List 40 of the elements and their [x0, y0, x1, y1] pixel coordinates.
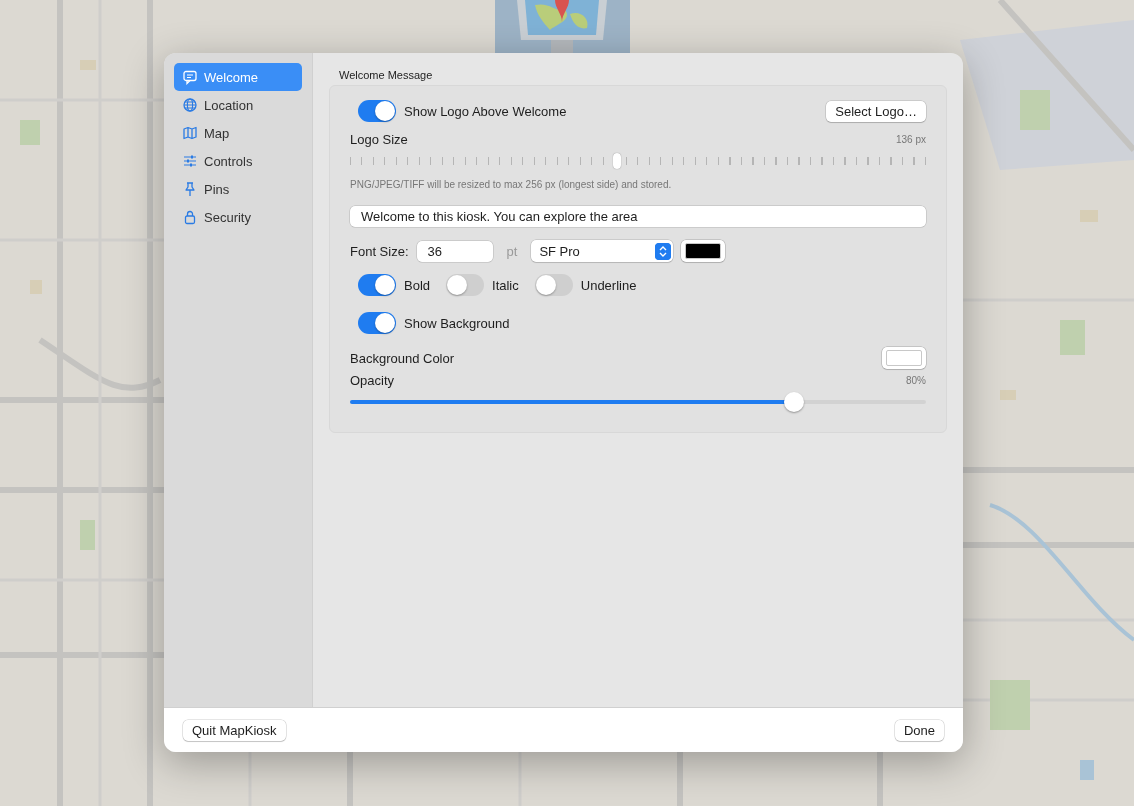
select-logo-button[interactable]: Select Logo…: [826, 100, 926, 122]
hint-text: PNG/JPEG/TIFF will be resized to max 256 px (longest side) and stored.: [350, 179, 673, 190]
font-popup[interactable]: SF Pro: [531, 240, 674, 262]
toggle-label: Show Background: [404, 315, 510, 331]
globe-icon: [182, 97, 198, 113]
toggle-switch[interactable]: [534, 274, 573, 296]
font-size-field[interactable]: 36: [416, 240, 493, 262]
toggle-label: Underline: [580, 277, 637, 293]
section-title: Welcome Message: [339, 69, 434, 81]
toggle-label: Bold: [404, 277, 431, 293]
done-button[interactable]: Done: [894, 719, 944, 741]
slider-label: Opacity: [350, 373, 395, 388]
sidebar-item[interactable]: Security: [174, 203, 302, 231]
unit-label: pt: [506, 243, 518, 259]
slider-thumb[interactable]: [783, 392, 804, 412]
sidebar-item[interactable]: Location: [174, 91, 302, 119]
slider-value: 80%: [906, 375, 926, 386]
opacity-slider[interactable]: [350, 392, 926, 412]
toggle-switch[interactable]: [358, 274, 396, 296]
color-label: Background Color: [350, 350, 455, 366]
toggle-switch[interactable]: [446, 274, 485, 296]
sliders-icon: [182, 153, 198, 169]
message-icon: [182, 69, 198, 85]
toggle-label: Show Logo Above Welcome: [404, 103, 567, 119]
sidebar-item[interactable]: Pins: [174, 175, 302, 203]
stepper-icon: [655, 242, 672, 260]
map-icon: [182, 125, 198, 141]
toggle-switch[interactable]: [358, 100, 396, 122]
toggle-switch[interactable]: [358, 312, 396, 334]
sidebar-item[interactable]: Map: [174, 119, 302, 147]
message-field[interactable]: Welcome to this kiosk. You can explore the area: [350, 206, 926, 227]
slider-label: Logo Size: [350, 132, 408, 147]
sidebar-item[interactable]: Controls: [174, 147, 302, 175]
slider-thumb[interactable]: [613, 153, 622, 169]
field-label: Font Size:: [350, 243, 409, 259]
quit-button[interactable]: Quit MapKiosk: [183, 719, 286, 741]
logo-size-slider[interactable]: [350, 151, 926, 171]
lock-icon: [182, 209, 198, 225]
toggle-label: Italic: [492, 277, 519, 293]
slider-value: 136 px: [895, 134, 926, 145]
